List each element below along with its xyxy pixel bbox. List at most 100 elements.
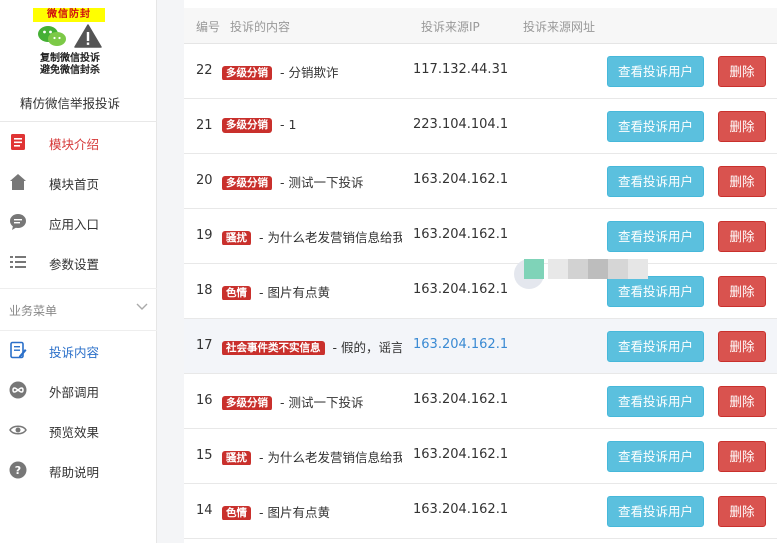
nav-item-module-home[interactable]: 模块首页 [0, 162, 157, 202]
view-complaint-users-button[interactable]: 查看投诉用户 [607, 496, 704, 527]
app-name: 精仿微信举报投诉 [19, 96, 120, 111]
row-id: 14 [196, 503, 213, 518]
complaint-text: - 图片有点黄 [255, 505, 330, 520]
row-id: 20 [196, 173, 213, 188]
delete-button[interactable]: 删除 [718, 56, 766, 87]
menu-item-external-call[interactable]: 外部调用 [0, 370, 157, 410]
table-row: 20 多级分销 - 测试一下投诉 163.204.162.155 查看投诉用户删除 [184, 154, 777, 209]
business-menu-header[interactable]: 业务菜单 [0, 289, 157, 329]
category-tag: 多级分销 [222, 176, 272, 190]
complaint-text: - 测试一下投诉 [276, 395, 364, 410]
loading-block [588, 259, 608, 279]
menu-item-complaint-content[interactable]: 投诉内容 [0, 330, 157, 370]
nav-item-app-entry[interactable]: 应用入口 [0, 202, 157, 242]
logo-line-1: 复制微信投诉 [40, 53, 100, 64]
row-id: 16 [196, 393, 213, 408]
home-icon [10, 174, 26, 190]
row-content: 多级分销 - 分销欺诈 [222, 62, 402, 80]
header-id: 编号 [196, 20, 221, 34]
nav-item-settings[interactable]: 参数设置 [0, 242, 157, 282]
nav-item-module-intro[interactable]: 模块介绍 [0, 122, 157, 162]
source-ip: 117.132.44.31 [413, 62, 509, 77]
source-ip: 163.204.162.155 [413, 227, 509, 242]
delete-button[interactable]: 删除 [718, 221, 766, 252]
category-tag: 多级分销 [222, 66, 272, 80]
warning-icon [74, 24, 102, 48]
row-content: 社会事件类不实信息 - 假的，谣言 [222, 337, 402, 355]
menu-label: 帮助说明 [49, 465, 100, 480]
logo-line-2: 避免微信封杀 [40, 65, 100, 76]
source-ip: 163.204.162.155 [413, 282, 509, 297]
row-id: 19 [196, 228, 213, 243]
category-tag: 色情 [222, 286, 251, 300]
chevron-down-icon [136, 303, 148, 310]
delete-button[interactable]: 删除 [718, 386, 766, 417]
delete-button[interactable]: 删除 [718, 111, 766, 142]
table-row: 15 骚扰 - 为什么老发营销信息给我 163.204.162.155 查看投诉用户删… [184, 429, 777, 484]
help-icon: ? [9, 461, 27, 479]
view-complaint-users-button[interactable]: 查看投诉用户 [607, 386, 704, 417]
row-content: 色情 - 图片有点黄 [222, 502, 402, 520]
table-row: 17 社会事件类不实信息 - 假的，谣言 163.204.162.155 查看投诉用户… [184, 319, 777, 374]
view-complaint-users-button[interactable]: 查看投诉用户 [607, 166, 704, 197]
view-complaint-users-button[interactable]: 查看投诉用户 [607, 221, 704, 252]
sidebar: 微信防封 复制微信投诉 避免微信封杀 精仿微信举报投诉 模块介绍 模块首页 应用… [0, 0, 157, 543]
delete-button[interactable]: 删除 [718, 276, 766, 307]
delete-button[interactable]: 删除 [718, 441, 766, 472]
view-complaint-users-button[interactable]: 查看投诉用户 [607, 441, 704, 472]
row-id: 21 [196, 118, 213, 133]
menu-item-help[interactable]: ? 帮助说明 [0, 450, 157, 490]
svg-text:?: ? [15, 464, 21, 477]
loading-block [628, 259, 648, 279]
menu-item-preview[interactable]: 预览效果 [0, 410, 157, 450]
row-content: 骚扰 - 为什么老发营销信息给我 [222, 447, 402, 465]
menu-label: 外部调用 [49, 385, 100, 400]
view-complaint-users-button[interactable]: 查看投诉用户 [607, 56, 704, 87]
row-id: 22 [196, 63, 213, 78]
complaint-text: - 为什么老发营销信息给我 [255, 450, 402, 465]
eye-icon [9, 425, 27, 435]
logo: 微信防封 复制微信投诉 避免微信封杀 精仿微信举报投诉 [0, 0, 157, 122]
source-ip: 163.204.162.155 [413, 502, 509, 517]
category-tag: 社会事件类不实信息 [222, 341, 325, 355]
delete-button[interactable]: 删除 [718, 166, 766, 197]
category-tag: 多级分销 [222, 118, 272, 133]
row-id: 18 [196, 283, 213, 298]
table-row: 21 多级分销 - 1 223.104.104.133 查看投诉用户删除 [184, 99, 777, 154]
view-complaint-users-button[interactable]: 查看投诉用户 [607, 331, 704, 362]
delete-button[interactable]: 删除 [718, 331, 766, 362]
delete-button[interactable]: 删除 [718, 496, 766, 527]
loading-block [524, 259, 544, 279]
document-icon [11, 134, 25, 150]
table-row: 22 多级分销 - 分销欺诈 117.132.44.31 查看投诉用户 删除 [184, 44, 777, 99]
category-tag: 骚扰 [222, 231, 251, 245]
table-row: 14 色情 - 图片有点黄 163.204.162.155 查看投诉用户删除 [184, 484, 777, 539]
table-row: 18色情 - 图片有点黄163.204.162.155查看投诉用户删除 [184, 264, 777, 319]
row-content: 骚扰 - 为什么老发营销信息给我 [222, 227, 402, 245]
chat-bubble-icon [10, 214, 26, 230]
row-content: 多级分销 - 测试一下投诉 [222, 392, 402, 410]
header-ip: 投诉来源IP [421, 20, 480, 34]
source-ip: 163.204.162.155 [413, 392, 509, 407]
source-ip: 163.204.162.155 [413, 447, 509, 462]
main-panel: 编号 投诉的内容 投诉来源IP 投诉来源网址 22 多级分销 - 分销欺诈 117.… [184, 0, 777, 543]
view-complaint-users-button[interactable]: 查看投诉用户 [607, 111, 704, 142]
complaint-text: - 假的，谣言 [328, 340, 402, 355]
loading-indicator [514, 259, 648, 289]
complaint-text: - 测试一下投诉 [276, 175, 364, 190]
nav-label: 模块首页 [49, 177, 100, 192]
nav-label: 模块介绍 [49, 137, 100, 152]
row-content: 多级分销 - 1 [222, 117, 402, 135]
loading-block [548, 259, 568, 279]
row-content: 色情 - 图片有点黄 [222, 282, 402, 300]
row-id: 17 [196, 338, 213, 353]
table-row: 19 骚扰 - 为什么老发营销信息给我 163.204.162.155 查看投诉用户删… [184, 209, 777, 264]
header-content: 投诉的内容 [230, 20, 291, 34]
source-ip: 163.204.162.155 [413, 172, 509, 187]
category-tag: 色情 [222, 506, 251, 520]
business-menu-label: 业务菜单 [9, 304, 58, 318]
infinity-icon [9, 381, 27, 399]
row-content: 多级分销 - 测试一下投诉 [222, 172, 402, 190]
complaint-text: - 1 [276, 117, 297, 132]
app-window: 微信防封 复制微信投诉 避免微信封杀 精仿微信举报投诉 模块介绍 模块首页 应用… [0, 0, 777, 543]
